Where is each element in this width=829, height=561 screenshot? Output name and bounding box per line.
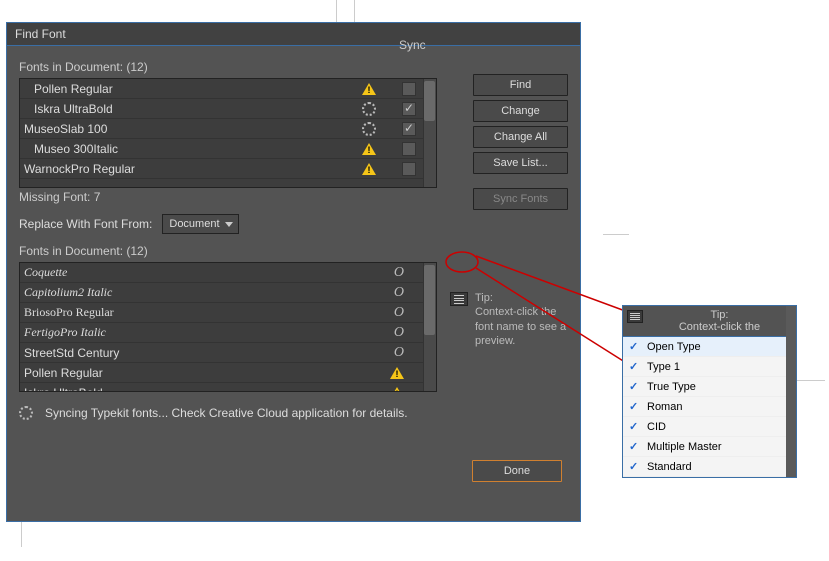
opentype-icon: O <box>394 305 404 321</box>
sync-checkbox[interactable] <box>402 162 416 176</box>
warning-icon <box>390 367 404 379</box>
flyout-item[interactable]: ✓ Multiple Master <box>623 437 796 457</box>
flyout-item-label: True Type <box>647 381 696 393</box>
scrollbar[interactable] <box>423 79 436 187</box>
save-list-button[interactable]: Save List... <box>473 152 568 174</box>
flyout-menu-icon[interactable] <box>450 292 468 306</box>
font-name: StreetStd Century <box>24 346 394 360</box>
find-button[interactable]: Find <box>473 74 568 96</box>
warning-icon <box>362 143 376 155</box>
spinner-icon <box>19 406 33 420</box>
flyout-menu-icon[interactable] <box>627 310 643 323</box>
font-name: FertigoPro Italic <box>24 325 394 340</box>
change-button[interactable]: Change <box>473 100 568 122</box>
spinner-icon <box>362 102 376 116</box>
font-name: Pollen Regular <box>24 82 362 96</box>
flyout-item[interactable]: ✓ CID <box>623 417 796 437</box>
table-row[interactable]: MuseoSlab 100 <box>20 119 436 139</box>
flyout-item-label: Open Type <box>647 341 701 353</box>
tip-body: Context-click the font name to see a pre… <box>475 305 570 348</box>
check-icon: ✓ <box>629 380 641 393</box>
flyout-item-label: Type 1 <box>647 361 680 373</box>
font-name: WarnockPro Regular <box>24 162 362 176</box>
table-row[interactable]: StreetStd CenturyO <box>20 343 436 363</box>
font-name: MuseoSlab 100 <box>24 122 362 136</box>
opentype-icon: O <box>394 325 404 341</box>
change-all-button[interactable]: Change All <box>473 126 568 148</box>
font-name: Iskra UltraBold <box>24 386 390 393</box>
sync-checkbox[interactable] <box>402 102 416 116</box>
fonts-in-document-label: Fonts in Document: (12) <box>19 60 148 74</box>
warning-icon <box>390 387 404 393</box>
flyout-item[interactable]: ✓ Roman <box>623 397 796 417</box>
dropdown-value: Document <box>169 218 219 230</box>
table-row[interactable]: Museo 300Italic <box>20 139 436 159</box>
table-row[interactable]: WarnockPro Regular <box>20 159 436 179</box>
check-icon: ✓ <box>629 400 641 413</box>
sync-header: Sync <box>399 38 426 52</box>
sync-checkbox[interactable] <box>402 82 416 96</box>
replacement-fonts-list[interactable]: CoquetteOCapitolium2 ItalicOBriosoPro Re… <box>19 262 437 392</box>
font-name: BriosoPro Regular <box>24 305 394 320</box>
warning-icon <box>362 83 376 95</box>
warning-icon <box>362 163 376 175</box>
table-row[interactable]: Iskra UltraBold <box>20 99 436 119</box>
check-icon: ✓ <box>629 420 641 433</box>
flyout-menu: Tip: Context-click the ✓ Open Type ✓ Type 1… <box>622 305 797 478</box>
table-row[interactable]: BriosoPro RegularO <box>20 303 436 323</box>
check-icon: ✓ <box>629 440 641 453</box>
missing-font-label: Missing Font: 7 <box>19 190 463 204</box>
flyout-item-label: Roman <box>647 401 682 413</box>
table-row[interactable]: Pollen Regular <box>20 363 436 383</box>
spinner-icon <box>362 122 376 136</box>
table-row[interactable]: FertigoPro ItalicO <box>20 323 436 343</box>
scrollbar[interactable] <box>423 263 436 391</box>
flyout-item-label: Multiple Master <box>647 441 722 453</box>
sync-fonts-button[interactable]: Sync Fonts <box>473 188 568 210</box>
flyout-item[interactable]: ✓ Standard <box>623 457 796 477</box>
sync-checkbox[interactable] <box>402 142 416 156</box>
check-icon: ✓ <box>629 340 641 353</box>
table-row[interactable]: Pollen Regular <box>20 79 436 99</box>
font-name: Iskra UltraBold <box>24 102 362 116</box>
done-button[interactable]: Done <box>472 460 562 482</box>
opentype-icon: O <box>394 265 404 281</box>
tip-head: Tip: <box>475 291 570 305</box>
fonts-in-document-list[interactable]: Pollen Regular Iskra UltraBold MuseoSlab 1… <box>19 78 437 188</box>
replace-with-label: Replace With Font From: <box>19 217 152 231</box>
find-font-dialog: Find Font Fonts in Document: (12) Sync P… <box>6 22 581 522</box>
opentype-icon: O <box>394 345 404 361</box>
fonts-in-document-label-2: Fonts in Document: (12) <box>19 244 463 258</box>
check-icon: ✓ <box>629 360 641 373</box>
font-name: Museo 300Italic <box>24 142 362 156</box>
font-name: Capitolium2 Italic <box>24 285 394 300</box>
table-row[interactable]: Capitolium2 ItalicO <box>20 283 436 303</box>
flyout-item[interactable]: ✓ Type 1 <box>623 357 796 377</box>
flyout-item-label: Standard <box>647 461 692 473</box>
flyout-item-label: CID <box>647 421 666 433</box>
table-row[interactable]: CoquetteO <box>20 263 436 283</box>
replace-source-dropdown[interactable]: Document <box>162 214 238 234</box>
flyout-tip-body: Context-click the <box>647 321 792 333</box>
table-row[interactable]: Iskra UltraBold <box>20 383 436 392</box>
window-title: Find Font <box>7 23 580 46</box>
font-name: Coquette <box>24 265 394 280</box>
sync-checkbox[interactable] <box>402 122 416 136</box>
status-text: Syncing Typekit fonts... Check Creative … <box>45 406 408 420</box>
flyout-tip-head: Tip: <box>647 309 792 321</box>
opentype-icon: O <box>394 285 404 301</box>
tip-text: Tip: Context-click the font name to see … <box>475 291 570 348</box>
flyout-item[interactable]: ✓ Open Type <box>623 337 796 357</box>
font-name: Pollen Regular <box>24 366 390 380</box>
flyout-sidebar <box>786 306 796 477</box>
check-icon: ✓ <box>629 460 641 473</box>
flyout-item[interactable]: ✓ True Type <box>623 377 796 397</box>
